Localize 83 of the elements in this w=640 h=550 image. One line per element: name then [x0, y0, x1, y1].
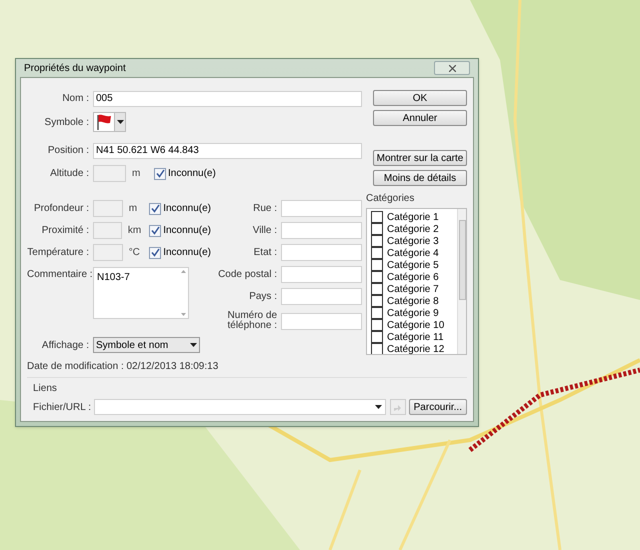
scrollbar[interactable] — [457, 209, 466, 354]
name-field[interactable]: 005 — [93, 90, 362, 106]
categories-label: Catégories — [366, 192, 416, 206]
measure-field[interactable] — [93, 165, 126, 182]
field-label: Ville : — [252, 226, 278, 236]
symbol-picker[interactable] — [93, 112, 126, 132]
position-field[interactable]: N41 50.621 W6 44.843 — [93, 142, 362, 158]
measure-field[interactable] — [93, 200, 123, 217]
field-label: Rue : — [252, 204, 278, 214]
field-label: Nom : — [61, 92, 90, 106]
browse-button[interactable]: Parcourir... — [408, 399, 467, 415]
checkbox[interactable] — [371, 271, 383, 283]
dropdown-caret-icon — [116, 120, 124, 124]
field-label: Profondeur : — [32, 202, 90, 216]
unit-label: km — [126, 224, 142, 238]
address-field[interactable] — [281, 288, 362, 305]
checkbox[interactable] — [371, 223, 383, 235]
checkbox-label: Inconnu(e) — [163, 246, 211, 260]
checkbox[interactable] — [371, 331, 383, 343]
checkbox-label: Inconnu(e) — [163, 202, 211, 216]
checkbox[interactable] — [371, 259, 383, 271]
category-label[interactable]: Catégorie 6 — [387, 270, 439, 284]
field-label: Code postal : — [217, 270, 278, 280]
dialog-button[interactable]: Moins de détails — [373, 170, 467, 186]
field-label: Altitude : — [49, 167, 90, 181]
dropdown-caret-icon — [190, 343, 197, 347]
measure-field[interactable] — [93, 222, 122, 239]
address-field[interactable] — [281, 244, 362, 261]
field-label: Proximité : — [40, 224, 90, 238]
checkbox[interactable] — [149, 246, 162, 258]
field-label: Fichier/URL : — [32, 400, 92, 414]
checkbox[interactable] — [149, 224, 162, 236]
field-label: Commentaire : — [27, 268, 93, 282]
category-label[interactable]: Catégorie 8 — [387, 294, 439, 308]
checkbox[interactable] — [371, 319, 383, 331]
checkbox-label: Inconnu(e) — [163, 224, 211, 238]
dialog-button[interactable]: OK — [373, 90, 467, 106]
display-dropdown[interactable]: Symbole et nom — [93, 337, 200, 353]
field-label: Affichage : — [40, 338, 90, 352]
url-field[interactable] — [94, 399, 386, 415]
category-label[interactable]: Catégorie 9 — [387, 306, 439, 320]
unit-label: m — [131, 167, 142, 181]
checkbox[interactable] — [371, 247, 383, 259]
unit-label: m — [128, 202, 138, 216]
category-label[interactable]: Catégorie 3 — [387, 234, 439, 248]
checkbox[interactable] — [371, 211, 383, 223]
modified-date: Date de modification : 02/12/2013 18:09:13 — [27, 360, 220, 374]
category-label[interactable]: Catégorie 11 — [387, 330, 444, 344]
field-label: Numéro de téléphone : — [226, 311, 278, 331]
checkbox[interactable] — [149, 202, 162, 214]
checkbox[interactable] — [371, 295, 383, 307]
address-field[interactable] — [281, 200, 362, 217]
close-icon — [448, 64, 456, 72]
address-field[interactable] — [281, 222, 362, 239]
measure-field[interactable] — [93, 244, 123, 261]
checkbox[interactable] — [371, 307, 383, 319]
category-label[interactable]: Catégorie 4 — [387, 246, 439, 260]
checkbox[interactable] — [371, 343, 383, 354]
links-group-title: Liens — [32, 382, 58, 396]
checkbox[interactable] — [154, 168, 166, 180]
dialog-button[interactable]: Annuler — [373, 110, 467, 126]
field-label: Symbole : — [44, 116, 90, 130]
field-label: Position : — [46, 144, 90, 158]
address-field[interactable] — [281, 312, 362, 330]
field-label: Température : — [27, 246, 90, 260]
category-label[interactable]: Catégorie 10 — [387, 318, 444, 332]
close-button[interactable] — [434, 61, 470, 75]
unit-label: °C — [128, 246, 141, 260]
checkbox[interactable] — [371, 235, 383, 247]
dialog-button[interactable]: Montrer sur la carte — [373, 150, 467, 166]
arrow-icon — [393, 402, 402, 412]
dropdown-caret-icon — [374, 405, 382, 409]
category-label[interactable]: Catégorie 1 — [387, 210, 439, 224]
field-label: Etat : — [252, 248, 278, 258]
checkbox[interactable] — [371, 283, 383, 295]
category-label[interactable]: Catégorie 5 — [387, 258, 439, 272]
category-label[interactable]: Catégorie 7 — [387, 282, 439, 296]
field-label: Pays : — [248, 292, 278, 302]
category-label[interactable]: Catégorie 12 — [387, 342, 444, 354]
category-label[interactable]: Catégorie 2 — [387, 222, 439, 236]
window-title: Propriétés du waypoint — [24, 62, 126, 76]
address-field[interactable] — [281, 266, 362, 283]
checkbox-label: Inconnu(e) — [168, 167, 216, 181]
